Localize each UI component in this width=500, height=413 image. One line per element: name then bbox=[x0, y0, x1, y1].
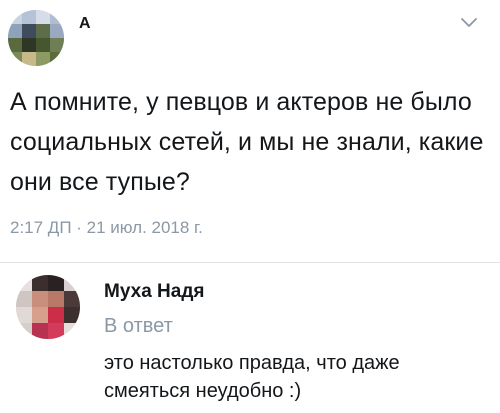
avatar-image bbox=[8, 10, 64, 66]
reply: Муха Надя В ответ это настолько правда, … bbox=[0, 263, 500, 413]
author-name[interactable]: А bbox=[79, 15, 91, 33]
tweet: А А помните, у певцов и актеров не было … bbox=[0, 0, 500, 262]
reply-author-name[interactable]: Муха Надя bbox=[104, 281, 204, 303]
avatar-image bbox=[16, 275, 80, 339]
reply-author-avatar[interactable] bbox=[16, 275, 80, 339]
tweet-timestamp[interactable]: 2:17 ДП · 21 июл. 2018 г. bbox=[10, 218, 203, 238]
author-avatar[interactable] bbox=[8, 10, 64, 66]
tweet-text: А помните, у певцов и актеров не было со… bbox=[10, 88, 484, 196]
reply-text: это настолько правда, что даже смеяться … bbox=[104, 352, 400, 402]
chevron-down-icon[interactable] bbox=[459, 16, 479, 30]
reply-in-response-label: В ответ bbox=[104, 315, 173, 337]
